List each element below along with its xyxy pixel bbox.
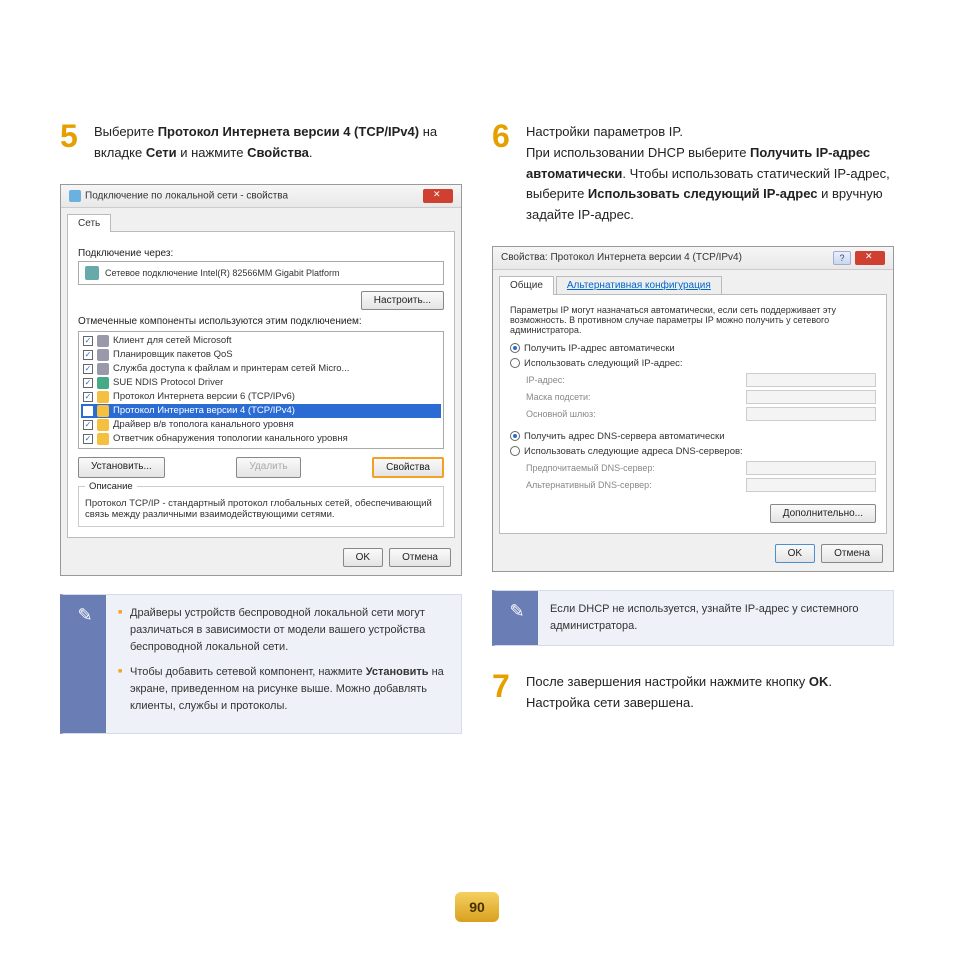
- tab-general[interactable]: Общие: [499, 276, 554, 295]
- step-number: 7: [492, 670, 516, 714]
- connection-adapter-box: Сетевое подключение Intel(R) 82566MM Gig…: [78, 261, 444, 285]
- description-fieldset: Описание Протокол TCP/IP - стандартный п…: [78, 486, 444, 527]
- list-item-selected[interactable]: ✓Протокол Интернета версии 4 (TCP/IPv4): [81, 404, 441, 418]
- ok-button[interactable]: OK: [775, 544, 815, 563]
- list-item[interactable]: ✓Ответчик обнаружения топологии канально…: [81, 432, 441, 446]
- pencil-icon: ✎: [509, 601, 524, 622]
- ip-field: [746, 373, 876, 387]
- component-icon: [97, 391, 109, 403]
- list-item[interactable]: ✓Планировщик пакетов QoS: [81, 348, 441, 362]
- list-item[interactable]: ✓Протокол Интернета версии 6 (TCP/IPv6): [81, 390, 441, 404]
- label-mask: Маска подсети:: [526, 392, 738, 402]
- dialog-icon: [69, 190, 81, 202]
- dialog-title-text: Свойства: Протокол Интернета версии 4 (T…: [501, 252, 742, 263]
- lan-properties-dialog: Подключение по локальной сети - свойства…: [60, 184, 462, 576]
- checkbox-icon[interactable]: ✓: [83, 392, 93, 402]
- tab-alternate[interactable]: Альтернативная конфигурация: [556, 276, 722, 295]
- radio-manual-ip[interactable]: Использовать следующий IP-адрес:: [510, 358, 876, 369]
- note-item: Чтобы добавить сетевой компонент, нажмит…: [118, 664, 449, 715]
- note-icon-box: ✎: [496, 591, 538, 645]
- step-6: 6 Настройки параметров IP. При использов…: [492, 120, 894, 226]
- page-number: 90: [455, 892, 499, 922]
- checkbox-icon[interactable]: ✓: [83, 364, 93, 374]
- dns2-field: [746, 478, 876, 492]
- step-number: 6: [492, 120, 516, 226]
- checkbox-icon[interactable]: ✓: [83, 434, 93, 444]
- list-item[interactable]: ✓Служба доступа к файлам и принтерам сет…: [81, 362, 441, 376]
- mask-field: [746, 390, 876, 404]
- component-icon: [97, 363, 109, 375]
- dialog-titlebar: Свойства: Протокол Интернета версии 4 (T…: [493, 247, 893, 270]
- list-item[interactable]: ✓SUE NDIS Protocol Driver: [81, 376, 441, 390]
- info-note: ✎ Если DHCP не используется, узнайте IP-…: [492, 590, 894, 646]
- checkbox-icon[interactable]: ✓: [83, 378, 93, 388]
- properties-button[interactable]: Свойства: [372, 457, 444, 478]
- note-body: Если DHCP не используется, узнайте IP-ад…: [538, 591, 893, 645]
- tab-network[interactable]: Сеть: [67, 214, 111, 232]
- remove-button: Удалить: [236, 457, 300, 478]
- component-icon: [97, 349, 109, 361]
- step-text: Настройки параметров IP. При использован…: [526, 120, 894, 226]
- cancel-button[interactable]: Отмена: [389, 548, 451, 567]
- radio-auto-ip[interactable]: Получить IP-адрес автоматически: [510, 343, 876, 354]
- ipv4-properties-dialog: Свойства: Протокол Интернета версии 4 (T…: [492, 246, 894, 572]
- checkbox-icon[interactable]: ✓: [83, 350, 93, 360]
- label-connect-via: Подключение через:: [78, 248, 444, 259]
- close-icon[interactable]: [855, 251, 885, 265]
- install-button[interactable]: Установить...: [78, 457, 165, 478]
- step-text: После завершения настройки нажмите кнопк…: [526, 670, 894, 714]
- step-5: 5 Выберите Протокол Интернета версии 4 (…: [60, 120, 462, 164]
- note-item: Драйверы устройств беспроводной локально…: [118, 605, 449, 656]
- label-ip: IP-адрес:: [526, 375, 738, 385]
- cancel-button[interactable]: Отмена: [821, 544, 883, 563]
- note-body: Драйверы устройств беспроводной локально…: [106, 595, 461, 733]
- step-number: 5: [60, 120, 84, 164]
- label-dns1: Предпочитаемый DNS-сервер:: [526, 463, 738, 473]
- adapter-name: Сетевое подключение Intel(R) 82566MM Gig…: [105, 268, 339, 278]
- radio-auto-dns[interactable]: Получить адрес DNS-сервера автоматически: [510, 431, 876, 442]
- label-dns2: Альтернативный DNS-сервер:: [526, 480, 738, 490]
- pencil-icon: ✎: [77, 605, 92, 626]
- close-icon[interactable]: [423, 189, 453, 203]
- checkbox-icon[interactable]: ✓: [83, 406, 93, 416]
- ok-button[interactable]: OK: [343, 548, 383, 567]
- radio-manual-dns[interactable]: Использовать следующие адреса DNS-сервер…: [510, 446, 876, 457]
- label-gateway: Основной шлюз:: [526, 409, 738, 419]
- step-7: 7 После завершения настройки нажмите кно…: [492, 670, 894, 714]
- dns1-field: [746, 461, 876, 475]
- note-icon-box: ✎: [64, 595, 106, 733]
- configure-button[interactable]: Настроить...: [361, 291, 444, 310]
- component-icon: [97, 433, 109, 445]
- list-item[interactable]: ✓Драйвер в/в тополога канального уровня: [81, 418, 441, 432]
- gateway-field: [746, 407, 876, 421]
- info-note: ✎ Драйверы устройств беспроводной локаль…: [60, 594, 462, 734]
- dialog-title-text: Подключение по локальной сети - свойства: [85, 190, 288, 201]
- component-icon: [97, 419, 109, 431]
- description-text: Протокол TCP/IP - стандартный протокол г…: [85, 498, 437, 520]
- description-title: Описание: [85, 481, 137, 492]
- list-item[interactable]: ✓Клиент для сетей Microsoft: [81, 334, 441, 348]
- dialog-titlebar: Подключение по локальной сети - свойства: [61, 185, 461, 208]
- label-components: Отмеченные компоненты используются этим …: [78, 316, 444, 327]
- advanced-button[interactable]: Дополнительно...: [770, 504, 876, 523]
- checkbox-icon[interactable]: ✓: [83, 336, 93, 346]
- component-icon: [97, 377, 109, 389]
- intro-text: Параметры IP могут назначаться автоматич…: [510, 305, 876, 335]
- component-icon: [97, 405, 109, 417]
- step-text: Выберите Протокол Интернета версии 4 (TC…: [94, 120, 462, 164]
- components-list[interactable]: ✓Клиент для сетей Microsoft ✓Планировщик…: [78, 331, 444, 449]
- help-icon[interactable]: ?: [833, 251, 851, 265]
- adapter-icon: [85, 266, 99, 280]
- component-icon: [97, 335, 109, 347]
- checkbox-icon[interactable]: ✓: [83, 420, 93, 430]
